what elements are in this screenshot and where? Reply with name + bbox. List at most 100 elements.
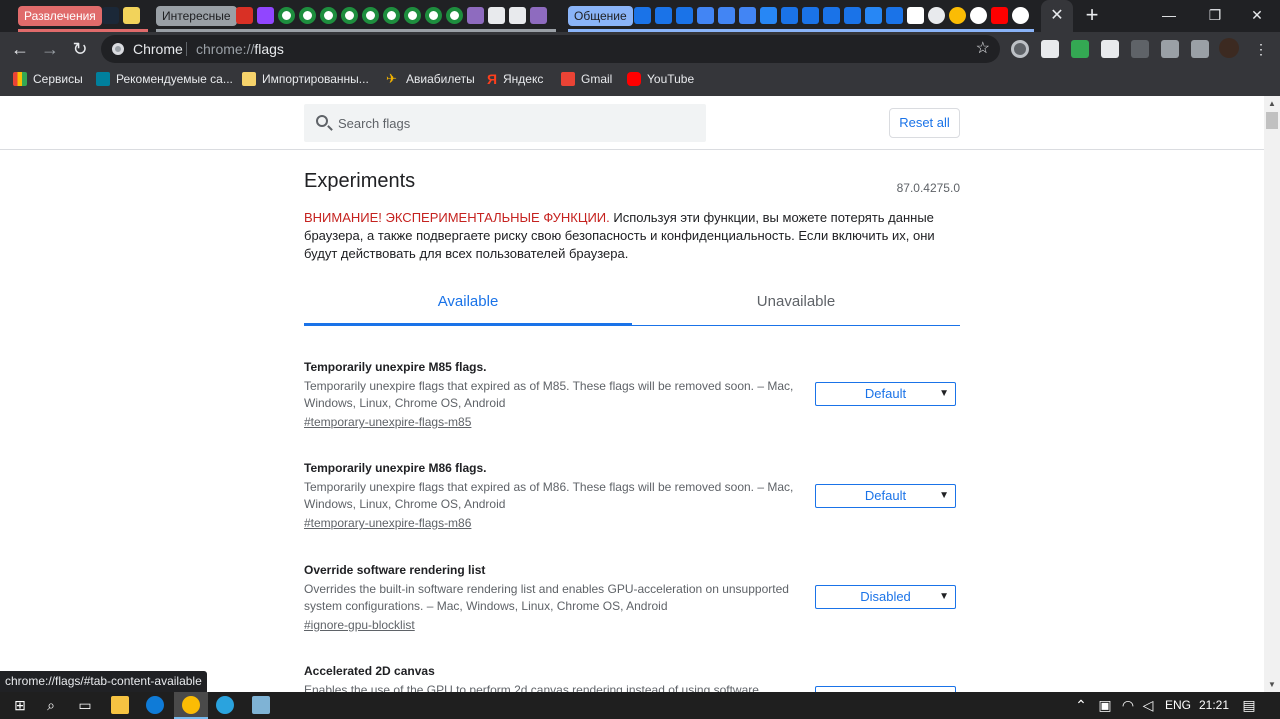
bookmark-services[interactable]: Сервисы [13,66,83,92]
flag-permalink[interactable]: #temporary-unexpire-flags-m86 [304,515,960,532]
site-tab-icon[interactable] [341,7,358,24]
close-window-button[interactable]: ✕ [1234,0,1280,32]
steam-tab-icon[interactable] [102,7,119,24]
search-flags-input[interactable] [338,104,698,142]
google-tab-icon[interactable] [1012,7,1029,24]
t-tab-icon[interactable] [907,7,924,24]
profile-avatar[interactable] [1219,38,1239,58]
bookmark-imported[interactable]: Импортированны... [242,66,369,92]
site-tab-icon[interactable] [299,7,316,24]
folder-icon [242,72,256,86]
site-tab-icon[interactable] [383,7,400,24]
site-tab-icon[interactable] [320,7,337,24]
site-tab-icon[interactable] [425,7,442,24]
extension-circle-icon[interactable] [1011,40,1029,58]
address-url[interactable]: chrome://flags [196,35,284,63]
maximize-button[interactable]: ❐ [1192,0,1238,32]
reset-all-button[interactable]: Reset all [889,108,960,138]
site-tab-icon[interactable] [404,7,421,24]
google-tab-icon[interactable] [970,7,987,24]
site-tab-icon[interactable] [928,7,945,24]
back-button[interactable]: ← [8,37,32,61]
menu-kebab-icon[interactable]: ⋮ [1254,40,1268,58]
reload-button[interactable]: ↻ [68,37,92,61]
notifications-icon[interactable]: ▤ [1240,696,1258,714]
language-indicator[interactable]: ENG [1165,692,1191,719]
gmail-tab-icon[interactable] [236,7,253,24]
wifi-icon[interactable]: ◠ [1119,696,1137,714]
network-icon[interactable]: ▣ [1096,696,1114,714]
scrollbar-thumb[interactable] [1266,112,1278,129]
flags-tabs: Available Unavailable [304,286,960,326]
extension-sc-icon[interactable] [1041,40,1059,58]
site-tab-icon[interactable] [278,7,295,24]
yandex-tab-icon[interactable] [467,7,484,24]
chat-tab-icon[interactable] [676,7,693,24]
bookmark-youtube[interactable]: YouTube [627,66,694,92]
forward-button[interactable]: → [38,37,62,61]
scroll-up-icon[interactable]: ▲ [1268,99,1276,108]
youtube-tab-icon[interactable] [991,7,1008,24]
bookmark-recommended[interactable]: Рекомендуемые са... [96,66,233,92]
chat-tab-icon[interactable] [781,7,798,24]
vk-tab-icon[interactable] [760,7,777,24]
notepad-icon[interactable] [252,696,270,714]
edge-icon[interactable] [146,696,164,714]
bookmark-label: Авиабилеты [406,72,475,86]
chat-tab-icon[interactable] [886,7,903,24]
chat-tab-icon[interactable] [655,7,672,24]
yandex-tab-icon[interactable] [530,7,547,24]
volume-icon[interactable]: ◁ [1139,696,1157,714]
tab-available[interactable]: Available [304,286,632,324]
chat-tab-icon[interactable] [823,7,840,24]
search-icon[interactable]: ⌕ [42,696,60,714]
task-view-icon[interactable]: ▭ [76,696,94,714]
twitch-tab-icon[interactable] [257,7,274,24]
file-explorer-icon[interactable] [111,696,129,714]
extensions-puzzle-icon[interactable] [1161,40,1179,58]
bookmark-yandex[interactable]: Я Яндекс [487,66,543,92]
game-tab-icon[interactable] [123,7,140,24]
flag-select[interactable]: Default ▼ [815,382,956,406]
tab-group-communication[interactable]: Общение [568,6,633,26]
vk-extension-icon[interactable] [1131,40,1149,58]
windows-start-icon[interactable]: ⊞ [11,696,29,714]
new-tab-button[interactable]: + [1082,4,1102,26]
download-extension-icon[interactable] [1071,40,1089,58]
flag-select[interactable]: Disabled ▼ [815,585,956,609]
news-tab-icon[interactable] [509,7,526,24]
minimize-button[interactable]: — [1146,0,1192,32]
vk-tab-icon[interactable] [865,7,882,24]
site-tab-icon[interactable] [949,7,966,24]
reading-list-icon[interactable] [1191,40,1209,58]
scroll-down-icon[interactable]: ▼ [1268,680,1276,689]
flag-permalink[interactable]: #ignore-gpu-blocklist [304,617,960,634]
tab-group-interesting[interactable]: Интересные [156,6,237,26]
plus-tab-icon[interactable] [718,7,735,24]
clock-time[interactable]: 21:21 [1199,692,1229,719]
chevron-up-icon[interactable]: ⌃ [1072,696,1090,714]
news-tab-icon[interactable] [488,7,505,24]
chat-tab-icon[interactable] [802,7,819,24]
tab-unavailable[interactable]: Unavailable [632,286,960,324]
close-tab-icon[interactable]: ✕ [1049,6,1065,26]
flag-permalink[interactable]: #temporary-unexpire-flags-m85 [304,414,960,431]
chat-tab-icon[interactable] [844,7,861,24]
address-bar[interactable]: Chrome chrome://flags ☆ [101,35,1000,63]
chat-tab-icon[interactable] [634,7,651,24]
plus-tab-icon[interactable] [739,7,756,24]
site-tab-icon[interactable] [446,7,463,24]
bookmark-gmail[interactable]: Gmail [561,66,612,92]
tab-group-entertainment[interactable]: Развлечения [18,6,102,26]
flag-name: Accelerated 2D canvas [304,664,435,678]
page-scrollbar[interactable]: ▲ ▼ [1264,96,1280,692]
flag-select[interactable]: Default ▼ [815,484,956,508]
warning-text: ВНИМАНИЕ! ЭКСПЕРИМЕНТАЛЬНЫЕ ФУНКЦИИ. Исп… [304,209,960,263]
telegram-icon[interactable] [216,696,234,714]
bookmark-flights[interactable]: ✈ Авиабилеты [386,66,475,92]
page-title: Experiments [304,170,416,192]
extension-doc-icon[interactable] [1101,40,1119,58]
bookmark-star-icon[interactable]: ☆ [976,35,990,63]
plus-tab-icon[interactable] [697,7,714,24]
site-tab-icon[interactable] [362,7,379,24]
